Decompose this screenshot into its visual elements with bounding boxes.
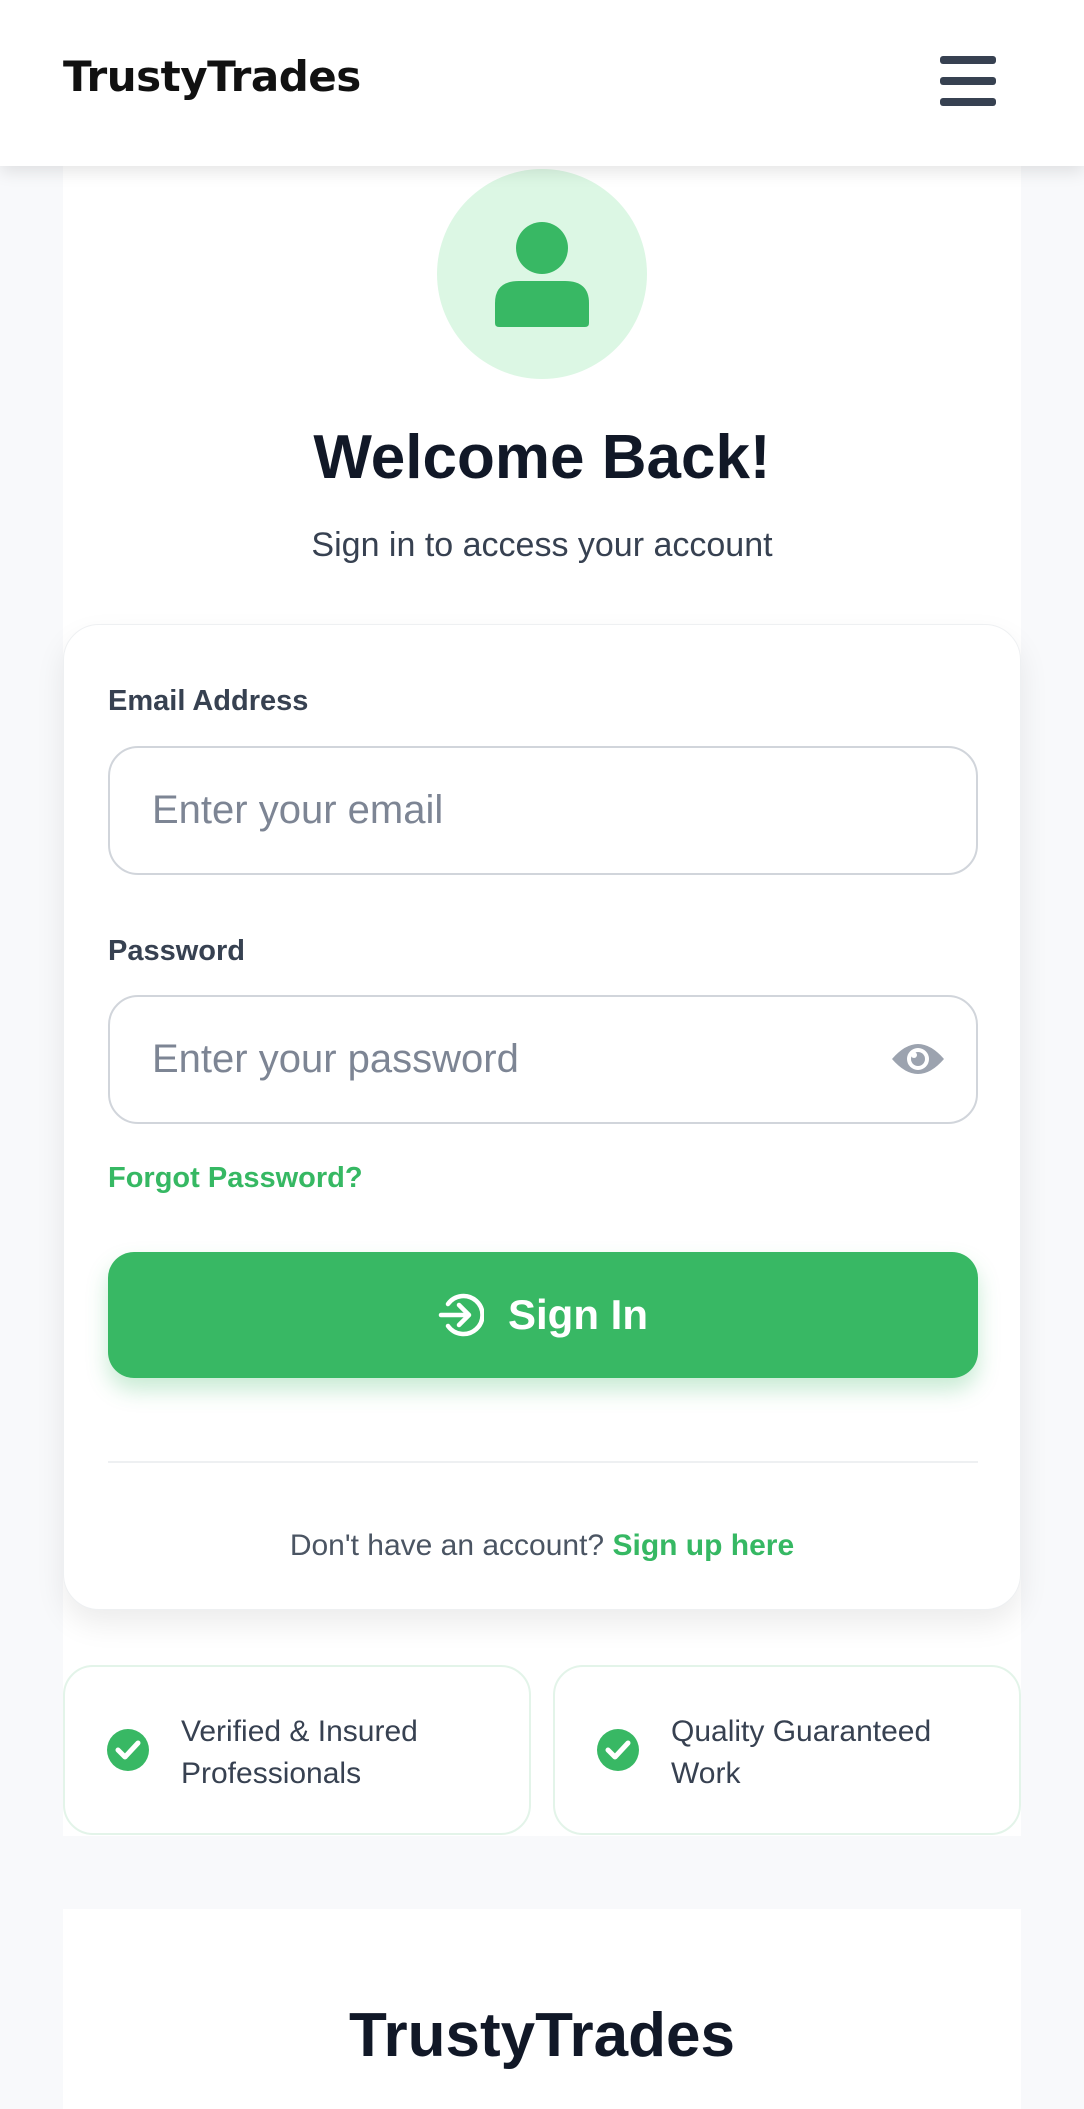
hamburger-menu-icon[interactable] [940,56,998,106]
page-subtitle: Sign in to access your account [311,526,773,564]
top-header: TrustyTrades [0,0,1084,166]
feature-card-verified: Verified & Insured Professionals [63,1665,531,1835]
feature-card-quality: Quality Guaranteed Work [553,1665,1021,1835]
email-field[interactable] [108,746,978,875]
menu-bar [940,56,996,64]
divider [108,1461,978,1463]
sign-in-button-content: Sign In [108,1252,978,1378]
login-card: Email Address Password Forgot Password? … [63,624,1021,1610]
page-title: Welcome Back! [313,423,771,492]
feature-text: Verified & Insured Professionals [181,1715,418,1790]
user-icon [495,222,589,327]
menu-bar [940,77,996,85]
brand-logo[interactable]: TrustyTrades [63,52,361,101]
sign-in-arrow-icon [438,1293,484,1337]
sign-in-button[interactable]: Sign In [108,1252,978,1378]
forgot-password-link[interactable]: Forgot Password? [108,1162,363,1195]
menu-bar [940,98,996,106]
sign-in-label: Sign In [508,1291,648,1338]
password-label: Password [108,935,245,967]
signup-prompt: Don't have an account? [289,1529,605,1562]
check-circle-icon [107,1729,149,1771]
signup-prompt-row: Don't have an account? Sign up here [64,1529,1020,1563]
email-label: Email Address [108,685,309,717]
check-circle-icon [597,1729,639,1771]
password-field[interactable] [108,995,978,1124]
feature-text: Quality Guaranteed Work [671,1715,932,1790]
eye-icon[interactable] [890,1039,946,1079]
signup-link[interactable]: Sign up here [612,1529,794,1562]
footer-brand-title: TrustyTrades [349,2001,735,2070]
avatar [437,169,647,379]
